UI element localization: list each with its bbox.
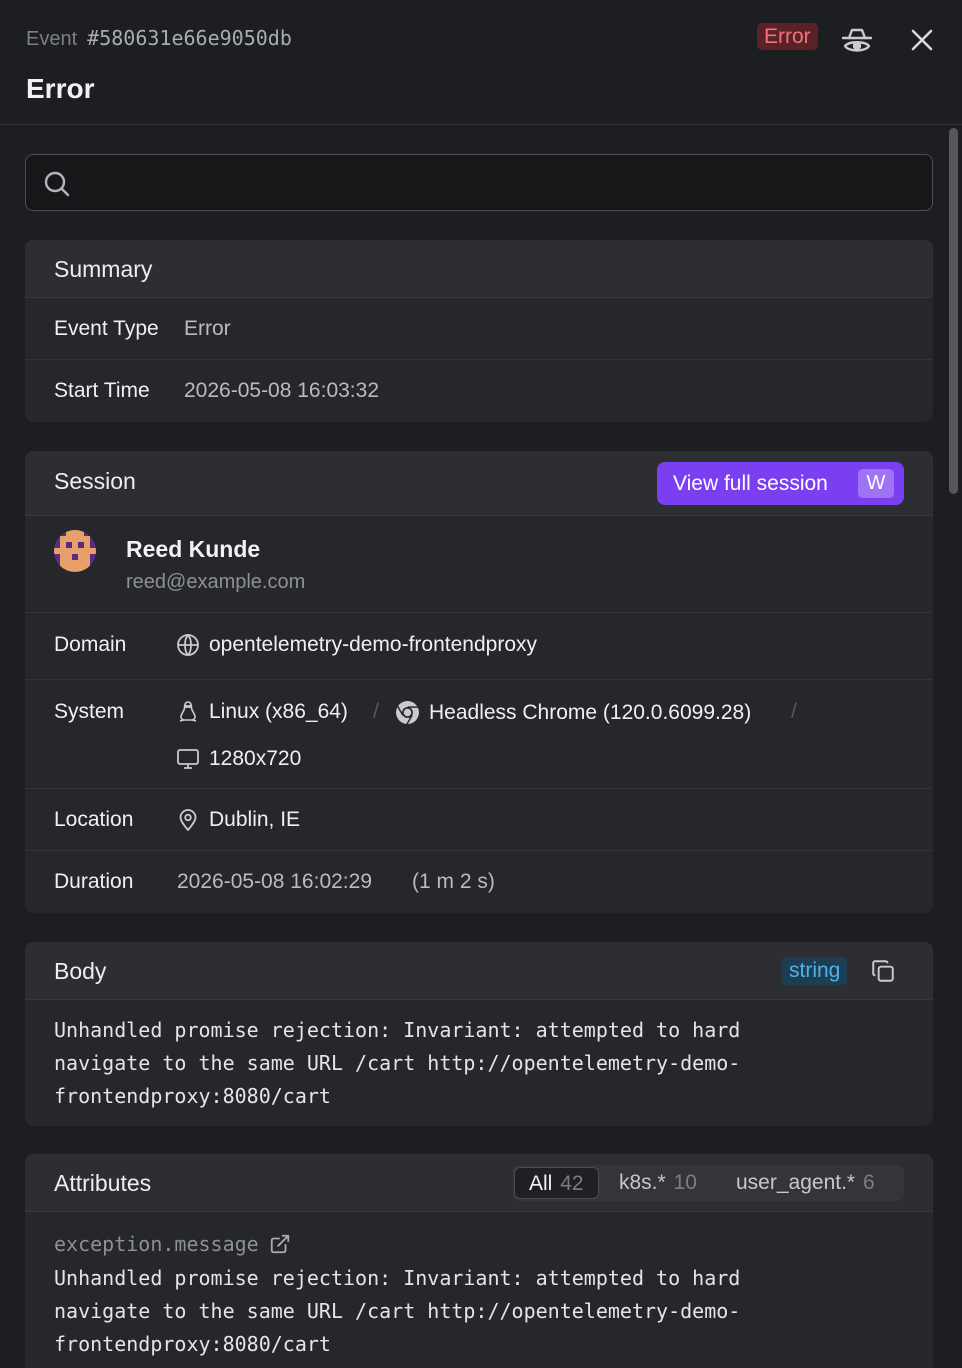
location-value: Dublin, IE xyxy=(176,808,300,832)
attribute-key-text: exception.message xyxy=(54,1232,259,1256)
filter-all-count: 42 xyxy=(560,1172,584,1195)
attributes-card: Attributes All 42 k8s.* 10 user_agent.* … xyxy=(25,1154,933,1368)
os-value: Linux (x86_64) xyxy=(176,700,348,724)
user-name: Reed Kunde xyxy=(126,536,261,562)
domain-text: opentelemetry-demo-frontendproxy xyxy=(209,633,538,656)
start-time-value: 2026-05-08 16:03:32 xyxy=(184,379,379,402)
filter-all-label: All xyxy=(529,1172,553,1195)
close-icon xyxy=(911,29,933,51)
session-title: Session xyxy=(54,468,136,494)
filter-all[interactable]: All 42 xyxy=(514,1167,599,1199)
type-badge: string xyxy=(782,957,848,985)
system-label: System xyxy=(54,700,125,723)
body-card: Body string Unhandled promise rejection:… xyxy=(25,942,933,1126)
duration-length: (1 m 2 s) xyxy=(412,870,495,893)
chrome-icon xyxy=(396,701,419,725)
body-title: Body xyxy=(54,958,107,984)
body-header: Body string xyxy=(25,942,933,1000)
body-line: Unhandled promise rejection: Invariant: … xyxy=(54,1018,741,1042)
session-card: Session View full session W Reed Kunde r… xyxy=(25,451,933,913)
session-system-row: System Linux (x86_64) / Headless Chrome … xyxy=(25,680,933,789)
map-pin-icon xyxy=(179,809,197,831)
user-email: reed@example.com xyxy=(126,571,306,593)
view-full-session-button[interactable]: View full session W xyxy=(657,462,904,505)
avatar-pixel-image xyxy=(54,530,96,572)
summary-row-start-time: Start Time 2026-05-08 16:03:32 xyxy=(25,360,933,422)
watch-button[interactable] xyxy=(838,22,876,60)
event-type-value: Error xyxy=(184,317,231,340)
attribute-value: Unhandled promise rejection: Invariant: … xyxy=(54,1262,740,1361)
summary-row-event-type: Event Type Error xyxy=(25,298,933,360)
event-line: Event #580631e66e9050db xyxy=(26,26,292,51)
location-label: Location xyxy=(54,808,134,831)
filter-user-agent[interactable]: user_agent.* 6 xyxy=(722,1167,889,1199)
attributes-title: Attributes xyxy=(54,1170,152,1196)
filter-k8s[interactable]: k8s.* 10 xyxy=(605,1167,711,1199)
body-content: Unhandled promise rejection: Invariant: … xyxy=(54,1014,740,1113)
page-title: Error xyxy=(26,73,95,104)
attributes-header: Attributes All 42 k8s.* 10 user_agent.* … xyxy=(25,1154,933,1212)
scrollbar[interactable] xyxy=(946,126,960,1368)
event-id[interactable]: #580631e66e9050db xyxy=(87,26,292,50)
view-full-session-label: View full session xyxy=(673,471,828,495)
session-user-row: Reed Kunde reed@example.com xyxy=(25,516,933,613)
session-duration-row: Duration 2026-05-08 16:02:29 (1 m 2 s) xyxy=(25,851,933,913)
screen-text: 1280x720 xyxy=(209,747,302,770)
shortcut-key: W xyxy=(858,469,894,498)
domain-value: opentelemetry-demo-frontendproxy xyxy=(176,633,537,657)
attribute-filter-group: All 42 k8s.* 10 user_agent.* 6 xyxy=(513,1165,904,1201)
browser-value: Headless Chrome (120.0.6099.28) xyxy=(395,700,751,725)
avatar[interactable] xyxy=(54,530,96,572)
monitor-icon xyxy=(177,749,199,769)
system-separator-2: / xyxy=(791,700,797,723)
summary-header: Summary xyxy=(25,240,933,298)
copy-icon xyxy=(872,960,894,982)
filter-k8s-count: 10 xyxy=(673,1171,697,1194)
attribute-value-line: Unhandled promise rejection: Invariant: … xyxy=(54,1266,741,1290)
summary-card: Summary Event Type Error Start Time 2026… xyxy=(25,240,933,422)
search-box[interactable] xyxy=(25,154,933,211)
panel-header: Event #580631e66e9050db Error Error xyxy=(0,0,962,125)
domain-label: Domain xyxy=(54,633,127,656)
body-line: frontendproxy:8080/cart xyxy=(54,1084,331,1108)
filter-user-agent-count: 6 xyxy=(862,1171,875,1194)
start-time-label: Start Time xyxy=(54,379,150,402)
eye-hat-icon xyxy=(841,28,873,52)
browser-text: Headless Chrome (120.0.6099.28) xyxy=(429,700,752,724)
duration-label: Duration xyxy=(54,870,134,893)
body-line: navigate to the same URL /cart http://op… xyxy=(54,1051,741,1075)
session-header: Session View full session W xyxy=(25,451,933,516)
system-separator: / xyxy=(373,700,379,723)
globe-icon xyxy=(177,633,199,657)
duration-start: 2026-05-08 16:02:29 xyxy=(177,870,372,893)
filter-user-agent-label: user_agent.* xyxy=(736,1171,856,1194)
search-icon xyxy=(44,171,70,197)
summary-title: Summary xyxy=(54,256,153,282)
session-location-row: Location Dublin, IE xyxy=(25,789,933,851)
linux-icon xyxy=(179,701,197,722)
attribute-value-line: navigate to the same URL /cart http://op… xyxy=(54,1299,741,1323)
copy-button[interactable] xyxy=(868,956,898,986)
scrollbar-thumb[interactable] xyxy=(949,128,958,494)
location-text: Dublin, IE xyxy=(209,808,301,831)
event-label: Event xyxy=(26,28,78,50)
close-button[interactable] xyxy=(904,22,940,58)
attribute-value-line: frontendproxy:8080/cart xyxy=(54,1332,331,1356)
attribute-key[interactable]: exception.message xyxy=(54,1232,291,1256)
screen-value: 1280x720 xyxy=(176,747,301,771)
external-link-icon[interactable] xyxy=(269,1233,291,1255)
filter-k8s-label: k8s.* xyxy=(619,1171,666,1194)
status-badge: Error xyxy=(757,23,818,50)
event-type-label: Event Type xyxy=(54,317,159,340)
session-domain-row: Domain opentelemetry-demo-frontendproxy xyxy=(25,613,933,680)
os-text: Linux (x86_64) xyxy=(209,700,348,723)
search-input[interactable] xyxy=(86,155,916,210)
